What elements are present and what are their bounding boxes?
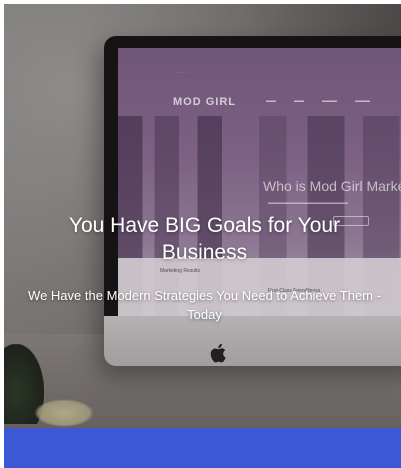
hero-title: You Have BIG Goals for Your Business (68, 214, 341, 264)
hero-subtitle: We Have the Modern Strategies You Need t… (28, 288, 381, 322)
bottom-color-band (4, 428, 401, 468)
